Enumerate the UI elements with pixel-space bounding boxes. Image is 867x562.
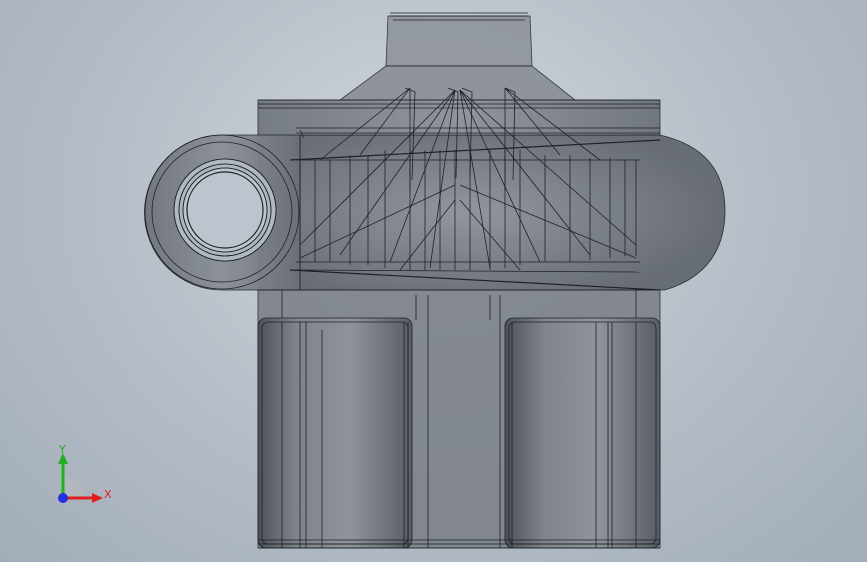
top-neck (385, 12, 533, 67)
orientation-triad[interactable]: Y X (40, 436, 120, 516)
cone-transition (338, 65, 577, 101)
left-bore-hole (173, 158, 277, 262)
part-model-wireframe[interactable] (0, 0, 867, 562)
triad-x-arrow-icon (92, 493, 103, 503)
graphics-viewport[interactable]: Y X (0, 0, 867, 562)
triad-z-axis-dot (58, 493, 68, 503)
triad-x-label: X (104, 488, 112, 501)
triad-y-label: Y (58, 443, 66, 456)
right-lobe (299, 134, 726, 291)
lower-right-panel (504, 317, 661, 549)
lower-left-panel (257, 317, 413, 549)
